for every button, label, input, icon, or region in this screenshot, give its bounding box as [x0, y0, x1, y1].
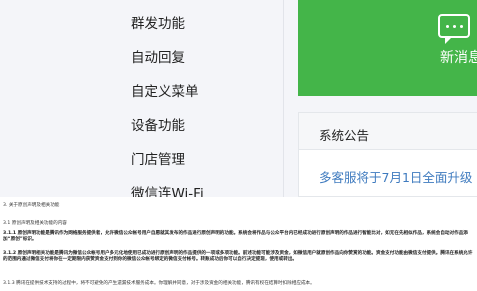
new-message-label: 新消息 [440, 50, 477, 66]
sidebar-item-mass-send[interactable]: 群发功能 [131, 12, 185, 32]
sidebar-item-device-function[interactable]: 设备功能 [131, 114, 185, 134]
notice-link[interactable]: 多客服将于7月1日全面升级 [319, 167, 472, 186]
doc-paragraph: 3.1.2 原创声明相关功能是腾讯为微信公众帐号用户多元化地使用已成功进行原创声… [3, 251, 473, 262]
notice-title: 系统公告 [319, 128, 370, 143]
sidebar-item-store-management[interactable]: 门店管理 [131, 148, 185, 168]
doc-subheading: 3.1 原创声明及相关功能的内容 [3, 221, 67, 226]
document-text: 3. 关于原创声明及相关功能 3.1 原创声明及相关功能的内容 3.1.1 原创… [0, 197, 477, 291]
main-content: 新消息 系统公告 多客服将于7月1日全面升级 [284, 0, 477, 197]
chat-dot [446, 25, 449, 28]
sidebar-item-custom-menu[interactable]: 自定义菜单 [131, 80, 199, 100]
doc-paragraph: 3.1.3 腾讯在提供技术支持的过程中，将不可避免的产生遗漏技术服务成本。你理解… [3, 281, 315, 286]
new-message-card[interactable]: 新消息 [298, 0, 477, 96]
sidebar-menu: 群发功能 自动回复 自定义菜单 设备功能 门店管理 微信连Wi-Fi [0, 0, 283, 197]
chat-dot [453, 25, 456, 28]
sidebar-item-auto-reply[interactable]: 自动回复 [131, 46, 185, 66]
doc-section-heading: 3. 关于原创声明及相关功能 [3, 203, 60, 208]
chat-dot [460, 25, 463, 28]
system-notice-panel: 系统公告 多客服将于7月1日全面升级 [298, 112, 477, 197]
chat-bubble-icon [438, 14, 470, 44]
notice-header: 系统公告 [299, 113, 477, 150]
doc-paragraph: 3.1.1 原创声明功能是腾讯作为网络服务提供者，允许微信公众帐号用户自愿就其发… [3, 231, 468, 242]
admin-screenshot: 群发功能 自动回复 自定义菜单 设备功能 门店管理 微信连Wi-Fi 新消息 系… [0, 0, 477, 197]
sidebar-item-wifi[interactable]: 微信连Wi-Fi [131, 182, 204, 197]
